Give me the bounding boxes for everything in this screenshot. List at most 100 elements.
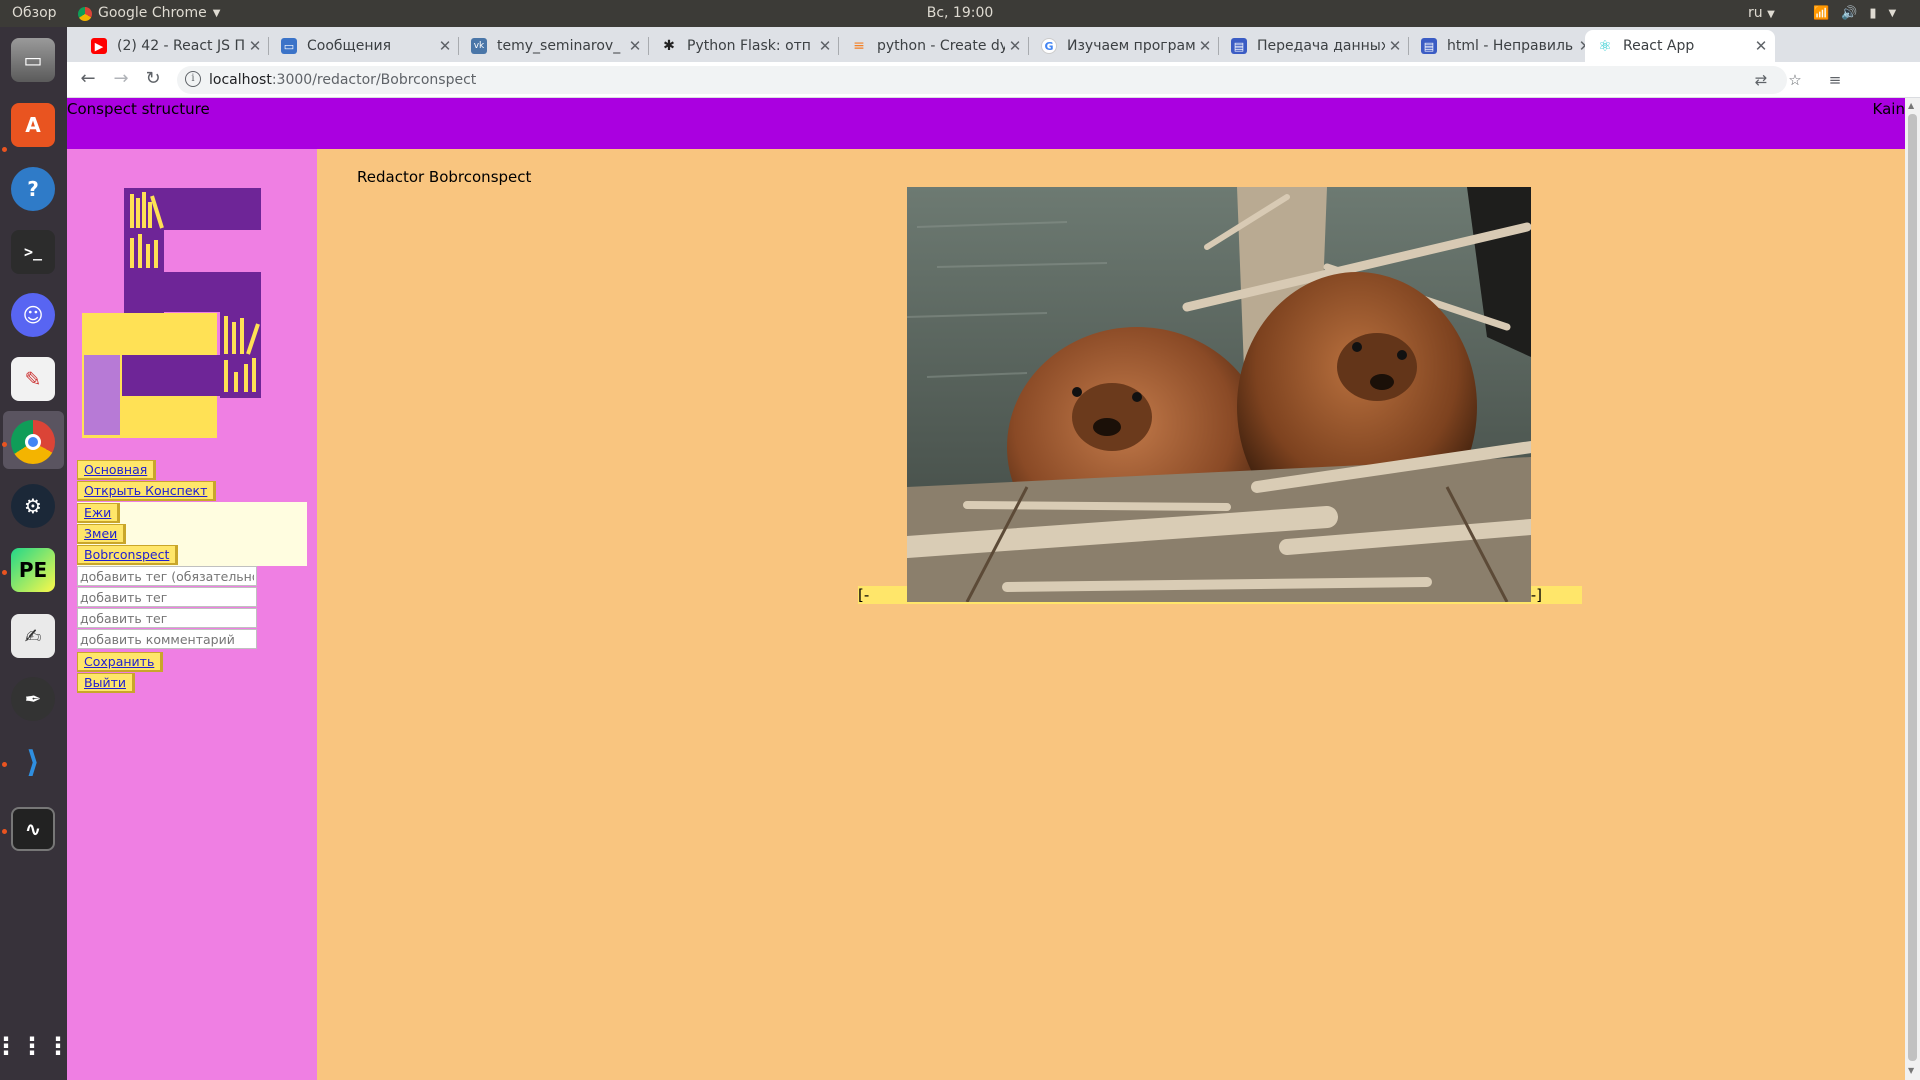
close-icon[interactable]: ✕ — [625, 37, 645, 55]
steam-icon[interactable]: ⚙ — [11, 484, 55, 528]
youtube-icon: ▶ — [91, 38, 107, 54]
back-button[interactable]: ← — [74, 65, 102, 93]
system-monitor-icon[interactable]: ∿ — [11, 807, 55, 851]
page-scrollbar[interactable]: ▲ ▼ — [1905, 98, 1920, 1080]
logout-button[interactable]: Выйти — [77, 673, 135, 693]
bug-icon: ✱ — [663, 38, 675, 54]
conspect-link-hedgehogs[interactable]: Ежи — [77, 503, 121, 523]
save-button[interactable]: Сохранить — [77, 652, 164, 672]
close-icon[interactable]: ✕ — [1195, 37, 1215, 55]
bracket-left: [- — [858, 586, 870, 604]
language-label: ru — [1748, 5, 1763, 21]
clock[interactable]: Вс, 19:00 — [0, 0, 1920, 27]
tab-title: temy_seminarov_ — [497, 38, 621, 54]
text-editor-icon[interactable]: ✍ — [11, 614, 55, 658]
stackoverflow-icon: ≡ — [853, 38, 865, 54]
inkscape-icon[interactable]: ✒ — [11, 677, 55, 721]
active-app-menu[interactable]: Google Chrome ▼ — [78, 0, 220, 27]
browser-tab[interactable]: vk temy_seminarov_ ✕ — [459, 30, 649, 62]
browser-tab[interactable]: ✱ Python Flask: отп ✕ — [649, 30, 839, 62]
scroll-up-icon[interactable]: ▲ — [1908, 101, 1914, 110]
url-path: :3000/redactor/Bobrconspect — [271, 72, 477, 88]
close-icon[interactable]: ✕ — [245, 37, 265, 55]
discord-icon[interactable]: ☺ — [11, 293, 55, 337]
tab-title: Сообщения — [307, 38, 392, 54]
page-icon: ▤ — [1231, 38, 1247, 54]
terminal-icon[interactable]: >_ — [11, 230, 55, 274]
chrome-icon — [78, 6, 92, 21]
comment-input[interactable] — [77, 629, 257, 649]
nav-link-open-conspect[interactable]: Открыть Конспект — [77, 481, 217, 501]
forward-button[interactable]: → — [107, 65, 135, 93]
scroll-down-icon[interactable]: ▼ — [1908, 1066, 1914, 1075]
tag-required-input[interactable] — [77, 566, 257, 586]
user-name[interactable]: Kain — [1873, 98, 1905, 120]
browser-tab[interactable]: ≡ python - Create dy ✕ — [839, 30, 1029, 62]
browser-tab[interactable]: ▭ Сообщения ✕ — [269, 30, 459, 62]
system-tray[interactable]: 📶 🔊 ▮ ▼ — [1813, 0, 1896, 27]
running-indicator — [2, 762, 7, 767]
tab-title: Передача данных — [1257, 38, 1385, 54]
url-host: localhost — [209, 72, 272, 88]
files-icon[interactable]: ▭ — [11, 38, 55, 82]
help-icon[interactable]: ? — [11, 167, 55, 211]
tag-input-2[interactable] — [77, 608, 257, 628]
library-logo-icon — [82, 188, 261, 438]
beaver-photo[interactable] — [907, 187, 1531, 602]
tab-title: (2) 42 - React JS Пр — [117, 38, 245, 54]
browser-tab[interactable]: ▤ html - Неправиль ✕ — [1409, 30, 1599, 62]
info-icon[interactable]: i — [185, 71, 201, 87]
tab-title: React App — [1623, 38, 1695, 54]
page-title: Redactor Bobrconspect — [357, 168, 532, 186]
google-icon: G — [1041, 38, 1057, 54]
pycharm-icon[interactable]: PE — [11, 548, 55, 592]
tag-input-1[interactable] — [77, 587, 257, 607]
scrollbar-thumb[interactable] — [1908, 114, 1917, 1061]
evince-icon[interactable]: ✎ — [11, 357, 55, 401]
vk-icon: vk — [471, 38, 487, 54]
conspect-link-bobrconspect[interactable]: Bobrconspect — [77, 545, 179, 565]
chat-icon: ▭ — [281, 38, 297, 54]
tab-title: python - Create dy — [877, 38, 1005, 54]
bracket-right: -] — [1530, 586, 1542, 604]
language-indicator[interactable]: ru ▼ — [1748, 0, 1775, 27]
star-icon[interactable]: ☆ — [1785, 70, 1805, 90]
close-icon[interactable]: ✕ — [435, 37, 455, 55]
activities-button[interactable]: Обзор — [12, 0, 57, 27]
chrome-icon[interactable] — [11, 420, 55, 464]
close-icon[interactable]: ✕ — [1005, 37, 1025, 55]
active-app-name: Google Chrome — [98, 5, 207, 21]
browser-tab[interactable]: G Изучаем програм ✕ — [1029, 30, 1219, 62]
nav-link-main[interactable]: Основная — [77, 460, 157, 480]
app-brand[interactable]: Conspect structure — [67, 98, 210, 120]
running-indicator — [2, 570, 7, 575]
reload-button[interactable]: ↻ — [139, 65, 167, 93]
dock: ▭ A ? >_ ☺ ✎ ⚙ PE ✍ ✒ ⟩ ∿ ⋮⋮⋮ — [0, 27, 70, 1080]
battery-icon: ▮ — [1869, 6, 1877, 21]
url-text[interactable]: localhost:3000/redactor/Bobrconspect — [209, 66, 476, 94]
software-icon[interactable]: A — [11, 103, 55, 147]
browser-tab-active[interactable]: ⚛ React App ✕ — [1585, 30, 1775, 62]
volume-icon: 🔊 — [1841, 6, 1858, 21]
translate-icon[interactable]: ⇄ — [1751, 70, 1771, 90]
close-icon[interactable]: ✕ — [1751, 37, 1771, 55]
media-control-icon[interactable]: ≡ — [1825, 70, 1845, 90]
close-icon[interactable]: ✕ — [815, 37, 835, 55]
tab-title: Изучаем програм — [1067, 38, 1195, 54]
app-grid-icon[interactable]: ⋮⋮⋮ — [0, 1024, 70, 1068]
address-bar[interactable]: i localhost:3000/redactor/Bobrconspect — [177, 66, 1787, 94]
conspect-link-snakes[interactable]: Змеи — [77, 524, 127, 544]
browser-toolbar: ← → ↻ i localhost:3000/redactor/Bobrcons… — [67, 62, 1920, 98]
running-indicator — [2, 829, 7, 834]
browser-tab[interactable]: ▶ (2) 42 - React JS Пр ✕ — [79, 30, 269, 62]
tab-strip: ▶ (2) 42 - React JS Пр ✕ ▭ Сообщения ✕ v… — [67, 27, 1920, 82]
tab-title: Python Flask: отп — [687, 38, 811, 54]
browser-tab[interactable]: ▤ Передача данных ✕ — [1219, 30, 1409, 62]
conspect-list: Ежи Змеи Bobrconspect — [77, 502, 307, 566]
vscode-icon[interactable]: ⟩ — [11, 740, 55, 784]
sidebar-nav: Основная Открыть Конспект Ежи Змеи Bobrc… — [77, 460, 307, 694]
web-page: Conspect structure Kain Основная Открыть… — [67, 98, 1905, 1080]
app-header: Conspect structure Kain — [67, 98, 1905, 149]
chevron-down-icon: ▼ — [212, 8, 221, 19]
close-icon[interactable]: ✕ — [1385, 37, 1405, 55]
